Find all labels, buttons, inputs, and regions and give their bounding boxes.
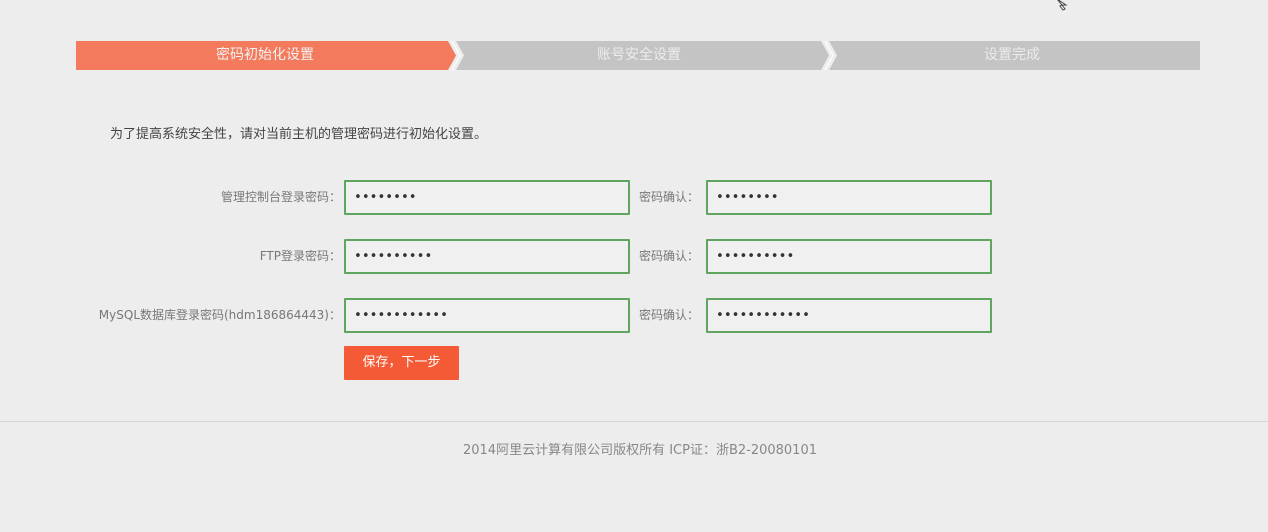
console-password-label: 管理控制台登录密码： [220, 190, 341, 204]
footer-divider [0, 421, 1268, 422]
step-progress-bar: 密码初始化设置 账号安全设置 设置完成 [76, 41, 1200, 70]
ftp-confirm-label: 密码确认： [639, 249, 700, 263]
ftp-password-input[interactable] [344, 239, 630, 274]
ftp-confirm-input[interactable] [706, 239, 992, 274]
footer-copyright: 2014阿里云计算有限公司版权所有 ICP证：浙B2-20080101 [462, 443, 817, 458]
mysql-confirm-input[interactable] [706, 298, 992, 333]
console-confirm-label: 密码确认： [639, 190, 700, 204]
save-next-button[interactable]: 保存，下一步 [344, 346, 459, 380]
mysql-password-input[interactable] [344, 298, 630, 333]
intro-text: 为了提高系统安全性，请对当前主机的管理密码进行初始化设置。 [110, 127, 488, 142]
step-1-label: 密码初始化设置 [216, 47, 314, 63]
console-password-input[interactable] [344, 180, 630, 215]
console-confirm-input[interactable] [706, 180, 992, 215]
step-2-label: 账号安全设置 [597, 47, 681, 63]
step-3-label: 设置完成 [984, 47, 1040, 63]
mouse-pointer-icon [1056, 0, 1070, 15]
mysql-confirm-label: 密码确认： [639, 308, 700, 322]
ftp-password-label: FTP登录密码： [259, 249, 341, 263]
mysql-password-label: MySQL数据库登录密码(hdm186864443)： [98, 308, 341, 322]
